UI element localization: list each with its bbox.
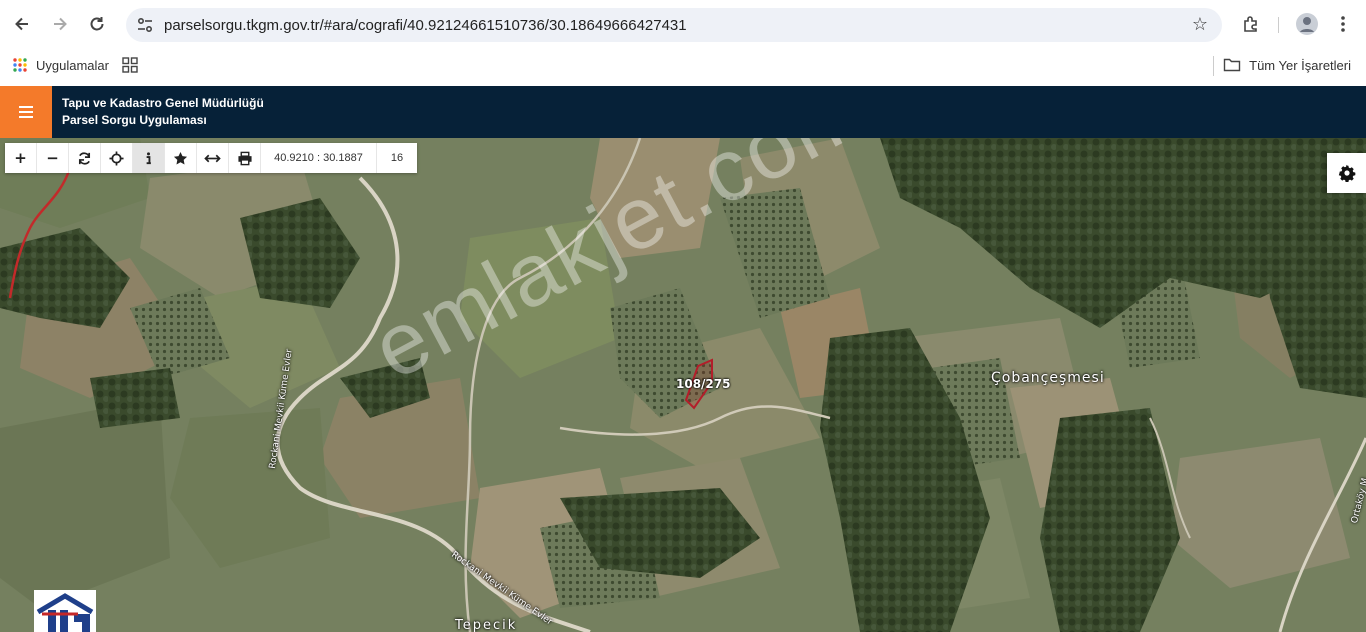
print-icon (237, 151, 252, 165)
minus-icon: − (46, 149, 59, 167)
bookmark-apps-label: Uygulamalar (36, 57, 109, 73)
app-title-line1: Tapu ve Kadastro Genel Müdürlüğü (62, 96, 264, 110)
parcel-label[interactable]: 108/275 (676, 377, 730, 391)
crosshair-icon (109, 150, 124, 166)
folder-icon (1223, 58, 1241, 72)
app-title-line2: Parsel Sorgu Uygulaması (62, 113, 207, 127)
arrow-left-icon (15, 17, 28, 31)
settings-button[interactable] (1327, 153, 1366, 193)
tkgm-logo (34, 590, 96, 632)
url-text[interactable]: parselsorgu.tkgm.gov.tr/#ara/cografi/40.… (164, 17, 687, 34)
address-bar[interactable]: parselsorgu.tkgm.gov.tr/#ara/cografi/40.… (126, 8, 1222, 42)
place-label-tepecik: Tepecik (455, 618, 518, 632)
bookmarks-divider (1213, 56, 1214, 76)
plus-icon: + (14, 149, 27, 167)
reload-button[interactable] (84, 11, 110, 37)
locate-button[interactable] (101, 143, 133, 173)
reload-icon (90, 17, 104, 31)
print-button[interactable] (229, 143, 261, 173)
zoom-out-button[interactable]: − (37, 143, 69, 173)
place-label-cobancesmesi: Çobançeşmesi (991, 370, 1105, 386)
grid-icon (122, 57, 138, 73)
kebab-menu-icon (1341, 16, 1345, 32)
hamburger-icon (19, 106, 33, 108)
info-button[interactable] (133, 143, 165, 173)
toolbar-divider (1278, 17, 1279, 33)
gear-icon (1338, 164, 1355, 182)
app-header: Tapu ve Kadastro Genel Müdürlüğü Parsel … (0, 86, 1366, 138)
horizontal-arrows-icon (204, 154, 221, 162)
browser-menu-button[interactable] (1332, 11, 1354, 37)
zoom-level-display: 16 (390, 152, 404, 164)
zoom-in-button[interactable]: + (5, 143, 37, 173)
bookmarks-bar: Uygulamalar Tüm Yer İşaretleri (0, 50, 1366, 86)
all-bookmarks-label: Tüm Yer İşaretleri (1249, 57, 1351, 73)
map-toolbar: + − 40.9210 : 30.1887 16 (5, 143, 417, 173)
coordinates-display: 40.9210 : 30.1887 (261, 143, 377, 173)
browser-toolbar: parselsorgu.tkgm.gov.tr/#ara/cografi/40.… (0, 0, 1366, 50)
favorite-button[interactable] (165, 143, 197, 173)
bookmark-apps[interactable]: Uygulamalar (12, 57, 109, 73)
refresh-icon (78, 151, 91, 165)
arrow-right-icon (54, 17, 67, 31)
info-icon (146, 151, 151, 164)
star-icon (173, 151, 188, 164)
profile-avatar[interactable] (1294, 11, 1320, 37)
refresh-button[interactable] (69, 143, 101, 173)
puzzle-icon (1244, 16, 1257, 32)
measure-button[interactable] (197, 143, 229, 173)
menu-button[interactable] (0, 86, 52, 138)
all-bookmarks-button[interactable]: Tüm Yer İşaretleri (1223, 57, 1351, 73)
extensions-button[interactable] (1238, 11, 1264, 37)
site-settings-icon[interactable] (136, 16, 154, 34)
back-button[interactable] (9, 11, 35, 37)
avatar-icon (1296, 13, 1318, 35)
apps-grid-icon (13, 58, 27, 72)
bookmark-star-icon[interactable]: ☆ (1192, 14, 1208, 35)
app-title: Tapu ve Kadastro Genel Müdürlüğü Parsel … (62, 95, 264, 129)
map-view[interactable]: emlakjet.com 108/275 Çobançeşmesi Tepeci… (0, 138, 1366, 632)
tab-groups-button[interactable] (122, 57, 138, 78)
tkgm-logo-icon (34, 590, 96, 632)
forward-button[interactable] (47, 11, 73, 37)
